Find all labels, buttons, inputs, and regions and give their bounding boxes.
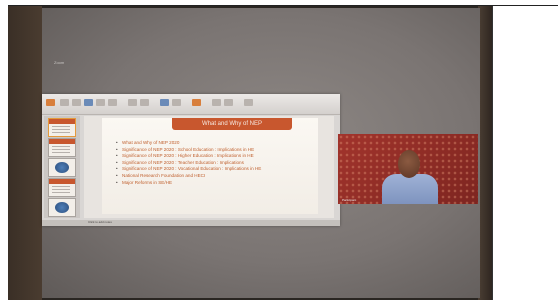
- italic-icon[interactable]: [108, 99, 117, 106]
- slide-thumbnail[interactable]: [48, 178, 76, 197]
- file-menu-icon[interactable]: [46, 99, 55, 106]
- thumb-text-lines: [52, 146, 70, 154]
- projection-photo: Zoom What and Why of NEP • What and Why …: [8, 6, 492, 300]
- slide-bullet: Significance of NEP 2020 : Higher Educat…: [116, 153, 312, 159]
- speaker-head: [398, 150, 420, 178]
- right-border-line: [492, 6, 493, 300]
- paragraph-icon[interactable]: [128, 99, 137, 106]
- slide-bullet: National Research Foundation and HECI: [116, 173, 312, 179]
- thumb-text-lines: [52, 186, 70, 194]
- participant-name-label: Participant: [342, 198, 357, 202]
- slide-thumbnail[interactable]: [48, 118, 76, 137]
- notes-placeholder[interactable]: Click to add notes: [88, 220, 112, 224]
- status-bar: Click to add notes: [42, 220, 340, 226]
- thumb-title-band: [49, 119, 75, 124]
- slide-thumbnail[interactable]: [48, 158, 76, 177]
- font-icon[interactable]: [84, 99, 93, 106]
- replace-icon[interactable]: [224, 99, 233, 106]
- slide-canvas: What and Why of NEP What and Why of NEP …: [84, 116, 334, 218]
- thumb-image: [55, 202, 69, 213]
- select-icon[interactable]: [244, 99, 253, 106]
- slide-thumbnail[interactable]: [48, 138, 76, 157]
- left-wall: [8, 6, 42, 300]
- align-icon[interactable]: [140, 99, 149, 106]
- current-slide: What and Why of NEP What and Why of NEP …: [102, 118, 318, 214]
- slide-bullet-list: What and Why of NEP 2020 Significance of…: [116, 140, 312, 186]
- paste-icon[interactable]: [60, 99, 69, 106]
- thumb-title-band: [49, 139, 75, 144]
- participant-video-tile[interactable]: Participant: [338, 134, 478, 204]
- thumb-image: [55, 162, 69, 173]
- slide-thumbnail-panel: [44, 116, 80, 218]
- presentation-window: What and Why of NEP What and Why of NEP …: [42, 94, 340, 226]
- arrange-icon[interactable]: [172, 99, 181, 106]
- screen-caption: Zoom: [54, 60, 65, 65]
- slide-bullet: Significance of NEP 2020 : Teacher Educa…: [116, 160, 312, 166]
- slide-thumbnail[interactable]: [48, 198, 76, 217]
- thumb-text-lines: [52, 126, 70, 134]
- slide-bullet: Significance of NEP 2020 : Vocational Ed…: [116, 166, 312, 172]
- find-icon[interactable]: [212, 99, 221, 106]
- shapes-icon[interactable]: [160, 99, 169, 106]
- bold-icon[interactable]: [96, 99, 105, 106]
- right-wall: [478, 6, 492, 300]
- slide-title: What and Why of NEP: [172, 118, 292, 130]
- slide-bullet: What and Why of NEP 2020: [116, 140, 312, 146]
- slide-bullet: Significance of NEP 2020 : School Educat…: [116, 147, 312, 153]
- ribbon-toolbar: [42, 94, 340, 115]
- speaker-body: [382, 174, 438, 204]
- layout-icon[interactable]: [72, 99, 81, 106]
- quick-styles-icon[interactable]: [192, 99, 201, 106]
- thumb-title-band: [49, 179, 75, 184]
- slide-bullet: Major Reforms in SE/HE: [116, 180, 312, 186]
- projector-screen: Zoom What and Why of NEP • What and Why …: [42, 8, 480, 298]
